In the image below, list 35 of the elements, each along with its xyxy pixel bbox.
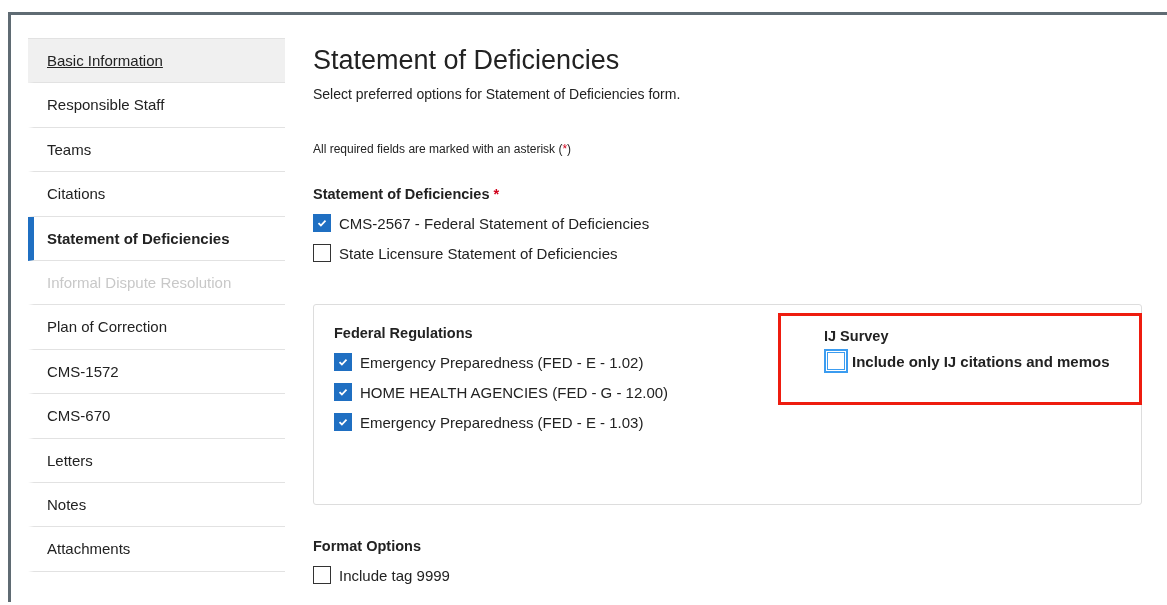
section-heading: Statement of Deficiencies * xyxy=(313,186,501,202)
checkbox-label: Emergency Preparedness (FED - E - 1.03) xyxy=(360,413,644,431)
checkbox[interactable] xyxy=(313,244,331,262)
section-heading: Format Options xyxy=(313,538,422,554)
section-heading: IJ Survey xyxy=(824,328,890,344)
checkbox-label: State Licensure Statement of Deficiencies xyxy=(339,244,618,262)
checkbox[interactable] xyxy=(313,214,331,232)
sidebar-item[interactable]: Letters xyxy=(28,438,285,483)
page-title: Statement of Deficiencies xyxy=(313,45,621,76)
sidebar-item[interactable]: Basic Information xyxy=(28,39,285,84)
sidebar-item[interactable]: Responsible Staff xyxy=(28,83,285,128)
page-subtitle: Select preferred options for Statement of Deficiencies form. xyxy=(313,86,682,102)
sidebar-item[interactable]: Citations xyxy=(28,172,285,217)
sidebar-item[interactable]: Teams xyxy=(28,127,285,173)
sidebar-item[interactable]: CMS-670 xyxy=(28,394,285,439)
checkbox[interactable] xyxy=(334,383,352,401)
checkbox-label: CMS-2567 - Federal Statement of Deficiencies xyxy=(339,214,650,232)
checkbox-label: Emergency Preparedness (FED - E - 1.02) xyxy=(360,353,644,371)
sidebar-item[interactable]: Statement of Deficiencies xyxy=(28,216,285,261)
section-heading: Federal Regulations xyxy=(334,325,474,341)
check-icon xyxy=(316,217,328,229)
checkbox[interactable] xyxy=(334,353,352,371)
check-icon xyxy=(337,416,349,428)
checkbox-label: Include only IJ citations and memos xyxy=(852,352,1110,370)
sidebar-item[interactable]: Plan of Correction xyxy=(28,305,285,350)
sidebar-item[interactable]: CMS-1572 xyxy=(28,349,285,395)
checkbox[interactable] xyxy=(334,413,352,431)
check-icon xyxy=(337,356,349,368)
sidebar-item[interactable]: Attachments xyxy=(28,527,285,572)
checkbox[interactable] xyxy=(313,566,331,584)
required-note: All required fields are marked with an asterisk (*) xyxy=(313,142,573,156)
check-icon xyxy=(337,386,349,398)
checkbox-label: Include tag 9999 xyxy=(339,566,450,584)
checkbox-label: HOME HEALTH AGENCIES (FED - G - 12.00) xyxy=(360,383,669,401)
sidebar-item[interactable]: Notes xyxy=(28,482,285,528)
